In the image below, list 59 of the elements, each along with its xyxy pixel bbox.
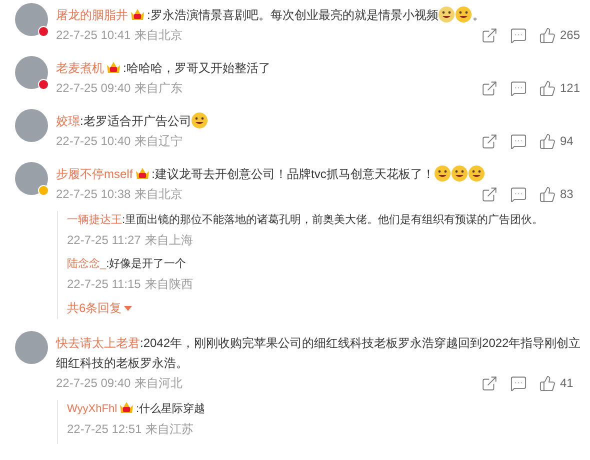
- comment-location: 来自陕西: [144, 276, 193, 293]
- comment-text: 快去请太上老君:2042年，刚刚收购完苹果公司的细红线科技老板罗永浩穿越回到2022年指导刚创立细红科技的老板罗永浩。: [56, 335, 582, 372]
- like-count: 265: [560, 27, 582, 44]
- avatar[interactable]: [15, 109, 48, 142]
- like-count: 121: [560, 80, 582, 97]
- comment-time: 22-7-25 11:27: [67, 232, 141, 249]
- comment-time: 22-7-25 12:51: [67, 421, 142, 438]
- avatar[interactable]: [15, 3, 48, 36]
- comment-time: 22-7-25 11:15: [67, 276, 141, 293]
- reply-text: 一辆捷达王:里面出镜的那位不能落地的诸葛孔明，前奥美大佬。他们是有组织有预谋的广告团伙。: [67, 212, 544, 228]
- share-icon[interactable]: [481, 374, 498, 392]
- comment-author[interactable]: 老麦煮机: [56, 61, 104, 75]
- comment-text: 步履不停mself :建议龙哥去开创意公司！品牌tvc抓马创意天花板了！: [56, 164, 582, 184]
- comment-location: 来自河北: [134, 375, 183, 392]
- reply-author[interactable]: WyyXhFhl: [67, 403, 118, 415]
- comment-time: 22-7-25 10:40: [56, 133, 131, 150]
- like-count: 94: [560, 133, 574, 150]
- comment-text: 屠龙的胭脂井 :罗永浩演情景喜剧吧。每次创业最亮的就是情景小视频 。: [56, 5, 486, 25]
- share-icon[interactable]: [481, 132, 498, 150]
- comment-time: 22-7-25 09:40: [56, 80, 131, 97]
- more-replies-link[interactable]: 共6条回复: [67, 299, 132, 319]
- avatar[interactable]: [15, 331, 48, 364]
- comment-location: 来自辽宁: [134, 133, 183, 150]
- like-icon[interactable]: [539, 186, 556, 202]
- comment-location: 来自上海: [144, 232, 193, 249]
- reply-author[interactable]: 一辆捷达王: [67, 214, 122, 226]
- caret-icon: [124, 306, 132, 310]
- comment-icon[interactable]: [510, 26, 527, 44]
- comment-time: 22-7-25 09:40: [56, 375, 131, 392]
- share-icon[interactable]: [481, 26, 498, 44]
- comment-location: 来自北京: [134, 186, 183, 203]
- comment-icon[interactable]: [510, 374, 527, 392]
- avatar[interactable]: [15, 162, 48, 195]
- reply-text: WyyXhFhl :什么星际穿越: [67, 400, 206, 417]
- like-count: 41: [560, 375, 574, 392]
- comment-author[interactable]: 快去请太上老君: [56, 336, 140, 350]
- like-count: 83: [560, 186, 574, 203]
- like-icon[interactable]: [539, 80, 556, 96]
- comment-author[interactable]: 步履不停mself: [56, 167, 133, 181]
- comment-icon[interactable]: [510, 132, 527, 150]
- reply-text: 陆念念_:好像是开了一个: [67, 257, 188, 272]
- comment-location: 来自北京: [134, 27, 183, 44]
- like-icon[interactable]: [539, 132, 556, 150]
- comment-location: 来自江苏: [146, 421, 194, 438]
- comment-location: 来自广东: [134, 80, 183, 97]
- comment-icon[interactable]: [510, 186, 527, 202]
- share-icon[interactable]: [481, 80, 498, 96]
- comment-text: 老麦煮机 :哈哈哈，罗哥又开始整活了: [56, 60, 272, 77]
- comment-text: 姣璟:老罗适合开广告公司: [56, 111, 582, 131]
- comment-time: 22-7-25 10:38: [56, 186, 131, 203]
- comment-time: 22-7-25 10:41: [56, 27, 131, 44]
- comment-author[interactable]: 屠龙的胭脂井: [56, 8, 128, 22]
- avatar[interactable]: [15, 56, 48, 89]
- comment-author[interactable]: 姣璟: [56, 114, 80, 128]
- like-icon[interactable]: [539, 374, 556, 392]
- reply-author[interactable]: 陆念念_: [67, 258, 106, 270]
- comment-icon[interactable]: [510, 80, 527, 96]
- share-icon[interactable]: [481, 186, 498, 202]
- like-icon[interactable]: [539, 26, 556, 44]
